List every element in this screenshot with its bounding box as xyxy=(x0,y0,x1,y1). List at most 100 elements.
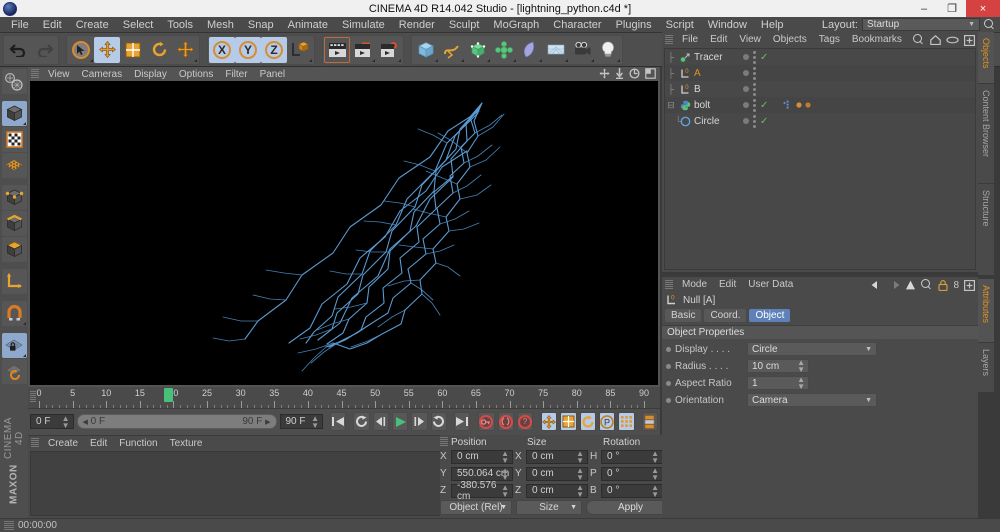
visibility-dot-icon[interactable] xyxy=(743,86,749,92)
layout-dropdown[interactable]: Startup ▼ xyxy=(862,18,980,31)
menu-item-select[interactable]: Select xyxy=(116,17,161,33)
editor-render-dots-icon[interactable] xyxy=(753,82,756,96)
vtab-attributes[interactable]: Attributes xyxy=(978,279,994,343)
model-mode-icon[interactable] xyxy=(1,101,27,126)
rotate-icon[interactable] xyxy=(146,37,172,63)
dot-tag-icon[interactable] xyxy=(796,102,802,108)
menu-item-render[interactable]: Render xyxy=(392,17,442,33)
object-visibility-dots[interactable]: ✓ xyxy=(743,98,768,112)
object-visibility-dots[interactable] xyxy=(743,82,756,96)
dolly-icon[interactable] xyxy=(615,68,624,79)
environment-icon[interactable] xyxy=(543,37,569,63)
home-icon[interactable] xyxy=(930,35,941,45)
menu-item-mograph[interactable]: MoGraph xyxy=(486,17,546,33)
rotation-h-field[interactable]: 0 ° ▲ ▼ xyxy=(601,449,663,464)
vtab-structure[interactable]: Structure xyxy=(978,184,994,276)
menu-item-snap[interactable]: Snap xyxy=(241,17,281,33)
dot-tag-icon[interactable] xyxy=(805,102,811,108)
object-visibility-dots[interactable]: ✓ xyxy=(743,114,768,128)
spinner-icon[interactable]: ▲ ▼ xyxy=(651,483,659,498)
previous-frame-icon[interactable] xyxy=(372,412,389,431)
panel-grip-icon[interactable] xyxy=(665,279,673,290)
axis-z-icon[interactable]: Z xyxy=(261,36,287,63)
spinner-icon[interactable]: ▲ ▼ xyxy=(576,449,584,464)
current-frame-field[interactable]: 0 F ▲ ▼ xyxy=(30,414,74,429)
go-to-end-icon[interactable] xyxy=(453,412,471,431)
editor-render-dots-icon[interactable] xyxy=(753,66,756,80)
size-y-field[interactable]: 0 cm ▲ ▼ xyxy=(526,466,588,481)
record-key-icon[interactable] xyxy=(478,412,495,431)
make-editable-icon[interactable] xyxy=(1,69,27,94)
spinner-icon[interactable]: ▲ ▼ xyxy=(651,449,659,464)
python-tag-icon[interactable] xyxy=(783,100,793,110)
pan-icon[interactable] xyxy=(599,68,610,79)
axis-modify-icon[interactable] xyxy=(1,269,27,294)
point-mode-icon[interactable] xyxy=(1,185,27,210)
minimize-button[interactable]: – xyxy=(910,0,938,17)
end-frame-field[interactable]: 90 F ▲ ▼ xyxy=(279,414,323,429)
menu-item-script[interactable]: Script xyxy=(659,17,701,33)
tab-basic[interactable]: Basic xyxy=(665,309,702,322)
object-tree[interactable]: ├ Tracer ✓ ├ 0 A ├ 0 B ⊟ bolt ✓ └ Circle… xyxy=(664,48,976,270)
menu-item-plugins[interactable]: Plugins xyxy=(609,17,659,33)
forward-arrow-icon[interactable] xyxy=(888,280,900,290)
panel-grip-icon[interactable] xyxy=(31,438,39,448)
render-settings-icon[interactable] xyxy=(376,37,402,63)
object-visibility-dots[interactable]: ✓ xyxy=(743,50,768,64)
viewport-menu-filter[interactable]: Filter xyxy=(219,69,253,80)
material-menu-create[interactable]: Create xyxy=(42,438,84,449)
search-icon[interactable] xyxy=(913,34,925,46)
editor-render-dots-icon[interactable] xyxy=(753,98,756,112)
play-icon[interactable] xyxy=(391,412,409,431)
object-row-bolt[interactable]: ⊟ bolt ✓ xyxy=(665,97,975,113)
vtab-layers[interactable]: Layers xyxy=(978,343,994,393)
expand-icon[interactable] xyxy=(964,34,975,46)
visibility-dot-icon[interactable] xyxy=(743,70,749,76)
object-tags[interactable] xyxy=(783,100,811,110)
world-object-axis-icon[interactable] xyxy=(287,37,313,63)
search-icon[interactable] xyxy=(921,279,933,291)
menu-item-sculpt[interactable]: Sculpt xyxy=(442,17,487,33)
back-arrow-icon[interactable] xyxy=(871,280,883,290)
size-x-field[interactable]: 0 cm ▲ ▼ xyxy=(526,449,588,464)
orientation-dropdown[interactable]: Camera ▼ xyxy=(747,393,877,407)
timeline-playhead[interactable] xyxy=(164,388,174,402)
rotation-key-icon[interactable] xyxy=(579,412,597,431)
position-z-field[interactable]: -380.576 cm ▲ ▼ xyxy=(451,480,513,502)
spinner-icon[interactable]: ▲ ▼ xyxy=(311,414,319,429)
tab-object[interactable]: Object xyxy=(749,309,791,322)
tree-collapse-icon[interactable]: ⊟ xyxy=(665,100,677,111)
viewport-menu-panel[interactable]: Panel xyxy=(254,69,292,80)
menu-item-edit[interactable]: Edit xyxy=(36,17,69,33)
render-view-icon[interactable] xyxy=(324,36,350,63)
enabled-check-icon[interactable]: ✓ xyxy=(760,52,768,63)
up-arrow-icon[interactable] xyxy=(905,280,916,290)
viewport-menu-display[interactable]: Display xyxy=(128,69,173,80)
material-menu-function[interactable]: Function xyxy=(113,438,163,449)
size-mode-dropdown[interactable]: Size ▼ xyxy=(516,500,582,515)
spinner-icon[interactable]: ▲ ▼ xyxy=(651,466,659,481)
visibility-dot-icon[interactable] xyxy=(743,118,749,124)
light-icon[interactable] xyxy=(595,37,621,63)
scale-key-icon[interactable] xyxy=(560,412,577,431)
pla-key-icon[interactable]: P xyxy=(599,412,616,431)
enabled-check-icon[interactable]: ✓ xyxy=(760,116,768,127)
viewport-canvas[interactable] xyxy=(30,81,658,385)
keyframe-selection-icon[interactable]: ? xyxy=(516,412,534,431)
rotate-view-icon[interactable] xyxy=(629,68,640,79)
pin-icon[interactable]: 8 xyxy=(953,280,959,291)
size-z-field[interactable]: 0 cm ▲ ▼ xyxy=(526,483,588,498)
coordinate-mode-dropdown[interactable]: Object (Rel) ▼ xyxy=(440,500,512,515)
material-menu-edit[interactable]: Edit xyxy=(84,438,113,449)
magnet-icon[interactable] xyxy=(1,301,27,326)
edge-mode-icon[interactable] xyxy=(1,211,27,236)
radius-field[interactable]: 10 cm ▲ ▼ xyxy=(747,359,809,374)
spinner-icon[interactable]: ▲ ▼ xyxy=(576,466,584,481)
menu-item-animate[interactable]: Animate xyxy=(281,17,335,33)
level-of-detail-icon[interactable] xyxy=(641,412,658,431)
maximize-view-icon[interactable] xyxy=(645,68,656,79)
at-menu-mode[interactable]: Mode xyxy=(676,279,713,290)
deformer-icon[interactable] xyxy=(517,37,543,63)
viewport-menu-cameras[interactable]: Cameras xyxy=(76,69,129,80)
menu-item-help[interactable]: Help xyxy=(754,17,791,33)
